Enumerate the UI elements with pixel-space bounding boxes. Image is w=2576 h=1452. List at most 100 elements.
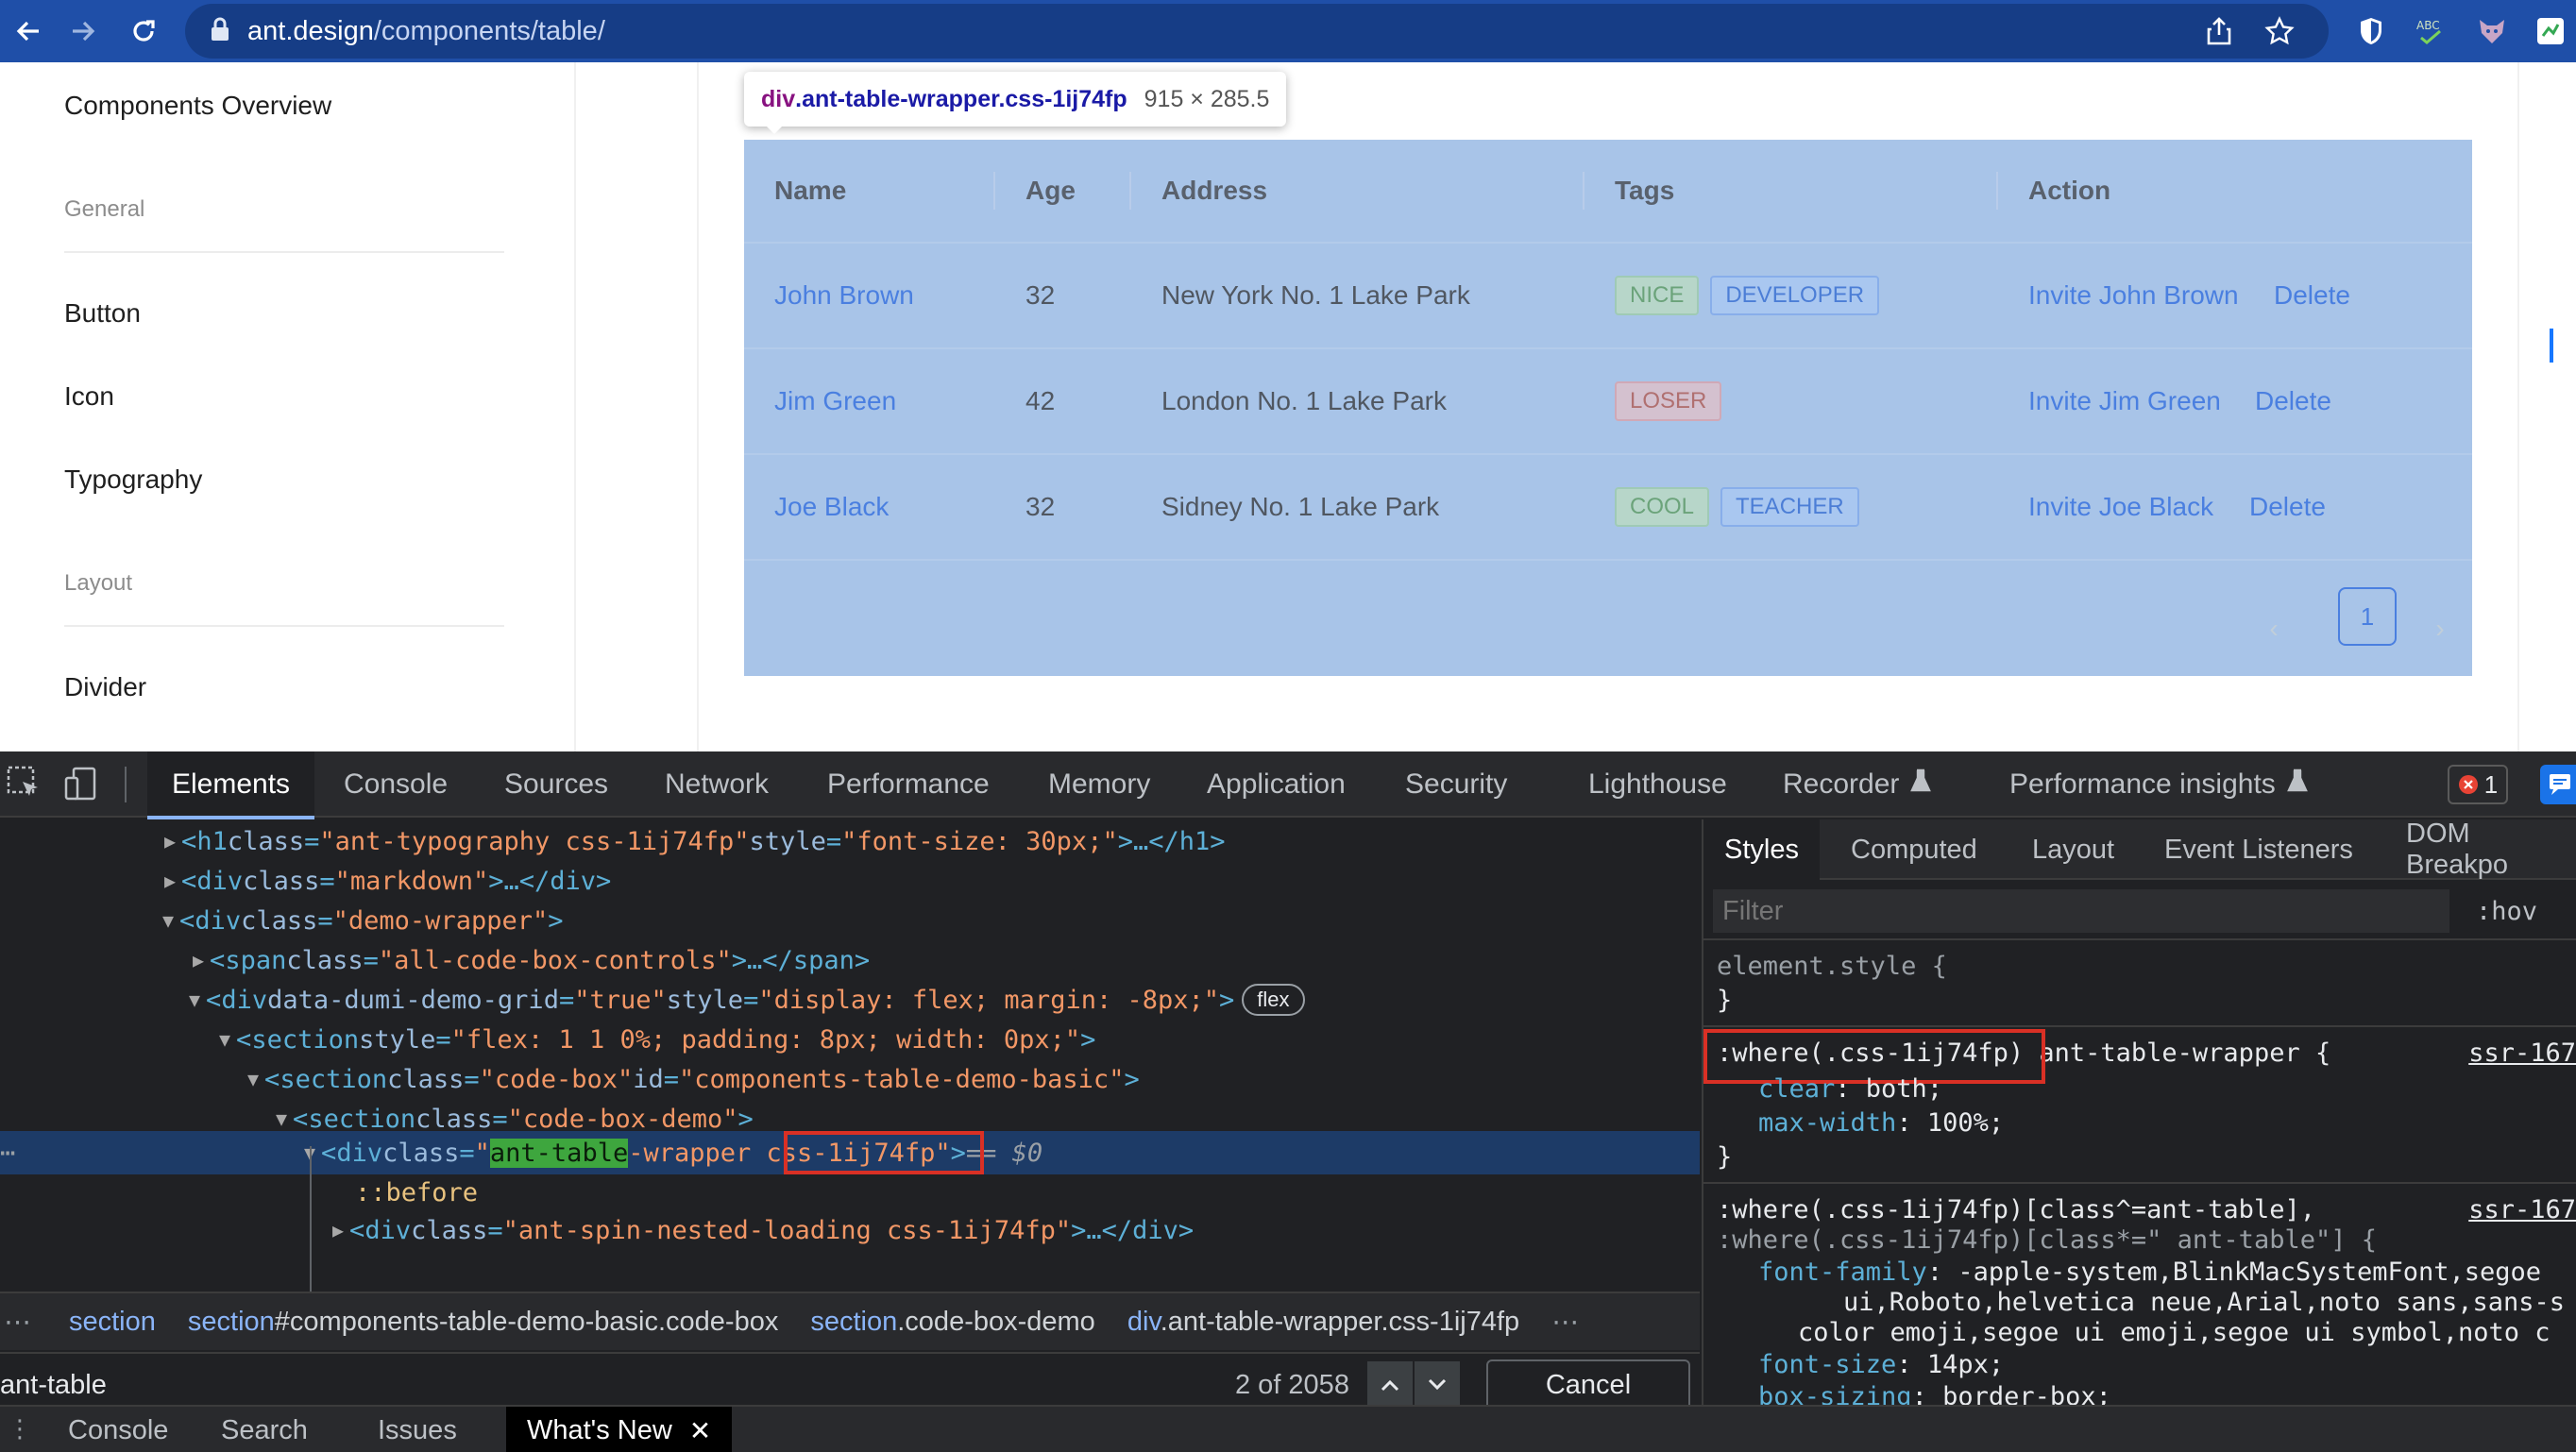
- pagination-page-1[interactable]: 1: [2338, 587, 2397, 646]
- breadcrumb-overflow[interactable]: ⋯: [4, 1306, 31, 1339]
- breadcrumb-div-ant-table-wrapper[interactable]: div.ant-table-wrapper.css-1ij74fp: [1127, 1307, 1519, 1338]
- row-delete-link[interactable]: Delete: [2274, 244, 2350, 347]
- tab-styles[interactable]: Styles: [1703, 819, 1820, 880]
- tab-elements[interactable]: Elements: [147, 751, 315, 819]
- tab-recorder[interactable]: Recorder: [1783, 751, 1932, 818]
- dom-node-h1[interactable]: ▶ <h1 class = "ant-typography css-1ij74fp" …: [164, 821, 1226, 861]
- collapse-triangle-icon[interactable]: ▼: [162, 909, 174, 932]
- drawer-tab-issues[interactable]: Issues: [378, 1407, 457, 1452]
- tab-network[interactable]: Network: [665, 751, 769, 818]
- search-cancel-button[interactable]: Cancel: [1486, 1359, 1690, 1410]
- styles-filter-input[interactable]: [1713, 889, 2449, 933]
- css-source-link[interactable]: ssr-167: [2468, 1038, 2576, 1068]
- dom-node-div-markdown[interactable]: ▶ <div class = "markdown" >…</div>: [164, 861, 611, 901]
- drawer-menu-icon[interactable]: ⋮: [8, 1414, 32, 1444]
- tab-application[interactable]: Application: [1207, 751, 1346, 818]
- expand-triangle-icon[interactable]: ▶: [164, 870, 176, 892]
- search-previous-button[interactable]: [1367, 1361, 1413, 1409]
- inspect-element-button[interactable]: [6, 765, 43, 807]
- row-name-link[interactable]: Joe Black: [774, 455, 889, 559]
- nav-item-components-overview[interactable]: Components Overview: [64, 91, 331, 121]
- css-decl-font-family[interactable]: font-family: -apple-system,BlinkMacSyste…: [1758, 1258, 2541, 1287]
- row-invite-link[interactable]: Invite Jim Green: [2028, 349, 2221, 453]
- expand-triangle-icon[interactable]: ▶: [193, 949, 204, 971]
- dom-node-span-controls[interactable]: ▶ <span class = "all-code-box-controls" >…</…: [193, 940, 870, 980]
- css-element-style[interactable]: element.style {: [1717, 952, 1947, 981]
- tab-memory[interactable]: Memory: [1048, 751, 1150, 818]
- row-delete-link[interactable]: Delete: [2255, 349, 2331, 453]
- row-invite-link[interactable]: Invite John Brown: [2028, 244, 2239, 347]
- collapse-triangle-icon[interactable]: ▼: [276, 1107, 287, 1130]
- collapse-triangle-icon[interactable]: ▼: [189, 988, 200, 1011]
- row-name-link[interactable]: Jim Green: [774, 349, 896, 453]
- error-count-badge[interactable]: 1: [2448, 765, 2508, 804]
- pagination-next-button[interactable]: ›: [2421, 600, 2459, 657]
- column-header-name[interactable]: Name: [774, 140, 846, 242]
- css-source-link[interactable]: ssr-167: [2468, 1195, 2576, 1224]
- dom-node-section-code-box[interactable]: ▼ <section class = "code-box" id = "component…: [247, 1059, 1140, 1099]
- flex-badge[interactable]: flex: [1242, 984, 1305, 1016]
- dom-node-section-flex[interactable]: ▼ <section style = "flex: 1 1 0%; padding: …: [219, 1020, 1095, 1059]
- nav-item-button[interactable]: Button: [64, 298, 141, 329]
- extension-fox[interactable]: [2468, 8, 2516, 55]
- back-button[interactable]: [0, 3, 57, 59]
- dom-node-demo-wrapper[interactable]: ▼ <div class = "demo-wrapper" >: [162, 901, 564, 940]
- tab-performance-insights[interactable]: Performance insights: [2009, 751, 2308, 818]
- tab-dom-breakpoints[interactable]: DOM Breakpo: [2406, 819, 2576, 880]
- bookmark-button[interactable]: [2264, 4, 2295, 59]
- messages-button[interactable]: [2540, 765, 2576, 804]
- close-icon[interactable]: ✕: [689, 1415, 711, 1446]
- expand-triangle-icon[interactable]: ▶: [332, 1219, 344, 1241]
- tab-performance[interactable]: Performance: [827, 751, 990, 818]
- breadcrumb-section-code-box[interactable]: section#components-table-demo-basic.code…: [188, 1307, 778, 1338]
- tab-console[interactable]: Console: [344, 751, 448, 818]
- breadcrumb-section-code-box-demo[interactable]: section.code-box-demo: [810, 1307, 1094, 1338]
- breadcrumb-overflow[interactable]: ⋯: [1551, 1306, 1579, 1339]
- column-header-age[interactable]: Age: [1025, 140, 1076, 242]
- css-decl-clear[interactable]: clear: both;: [1758, 1074, 1942, 1104]
- tab-event-listeners[interactable]: Event Listeners: [2164, 819, 2353, 880]
- address-bar[interactable]: ant.design/components/table/: [185, 4, 2329, 59]
- extension-spellcheck[interactable]: ABC: [2408, 8, 2455, 55]
- tab-computed[interactable]: Computed: [1851, 819, 1977, 880]
- column-header-action[interactable]: Action: [2028, 140, 2110, 242]
- dom-node-before[interactable]: ::before: [355, 1173, 478, 1212]
- tab-sources[interactable]: Sources: [504, 751, 608, 818]
- drawer-tab-console[interactable]: Console: [68, 1407, 168, 1452]
- search-next-button[interactable]: [1415, 1361, 1460, 1409]
- css-rule-ant-table-selector-2[interactable]: :where(.css-1ij74fp)[class*=" ant-table"…: [1717, 1225, 2377, 1255]
- css-decl-font-size[interactable]: font-size: 14px;: [1758, 1350, 2004, 1379]
- search-input[interactable]: [0, 1363, 1360, 1407]
- row-delete-link[interactable]: Delete: [2249, 455, 2326, 559]
- drawer-tab-whats-new[interactable]: What's New ✕: [506, 1407, 733, 1452]
- collapse-triangle-icon[interactable]: ▼: [247, 1068, 259, 1090]
- column-header-tags[interactable]: Tags: [1615, 140, 1674, 242]
- row-invite-link[interactable]: Invite Joe Black: [2028, 455, 2213, 559]
- extension-green[interactable]: [2527, 8, 2574, 55]
- nav-item-icon[interactable]: Icon: [64, 381, 114, 412]
- drawer-tab-search[interactable]: Search: [221, 1407, 308, 1452]
- hover-state-toggle[interactable]: :hov: [2476, 889, 2537, 933]
- dom-node-dots[interactable]: ⋯: [0, 1133, 15, 1173]
- tab-layout[interactable]: Layout: [2032, 819, 2114, 880]
- css-decl-box-sizing[interactable]: box-sizing: border-box;: [1758, 1382, 2111, 1405]
- column-header-address[interactable]: Address: [1161, 140, 1267, 242]
- nav-item-typography[interactable]: Typography: [64, 464, 202, 495]
- reload-button[interactable]: [115, 3, 172, 59]
- extension-shield[interactable]: [2347, 8, 2395, 55]
- share-button[interactable]: [2206, 4, 2232, 59]
- css-rule-ant-table-selector[interactable]: :where(.css-1ij74fp)[class^=ant-table],: [1717, 1195, 2315, 1224]
- dom-node-demo-grid[interactable]: ▼ <div data-dumi-demo-grid = "true" style = "…: [189, 980, 1305, 1020]
- breadcrumb-section[interactable]: section: [69, 1307, 156, 1338]
- css-decl-max-width[interactable]: max-width: 100%;: [1758, 1108, 2004, 1138]
- forward-button[interactable]: [55, 3, 111, 59]
- device-toolbar-button[interactable]: [62, 765, 100, 807]
- row-name-link[interactable]: John Brown: [774, 244, 914, 347]
- collapse-triangle-icon[interactable]: ▼: [219, 1028, 230, 1051]
- nav-item-divider[interactable]: Divider: [64, 672, 146, 702]
- tab-security[interactable]: Security: [1405, 751, 1507, 818]
- tab-lighthouse[interactable]: Lighthouse: [1588, 751, 1727, 818]
- pagination-prev-button[interactable]: ‹: [2255, 600, 2293, 657]
- dom-node-spin-nested[interactable]: ▶ <div class = "ant-spin-nested-loading css…: [332, 1210, 1194, 1250]
- expand-triangle-icon[interactable]: ▶: [164, 830, 176, 853]
